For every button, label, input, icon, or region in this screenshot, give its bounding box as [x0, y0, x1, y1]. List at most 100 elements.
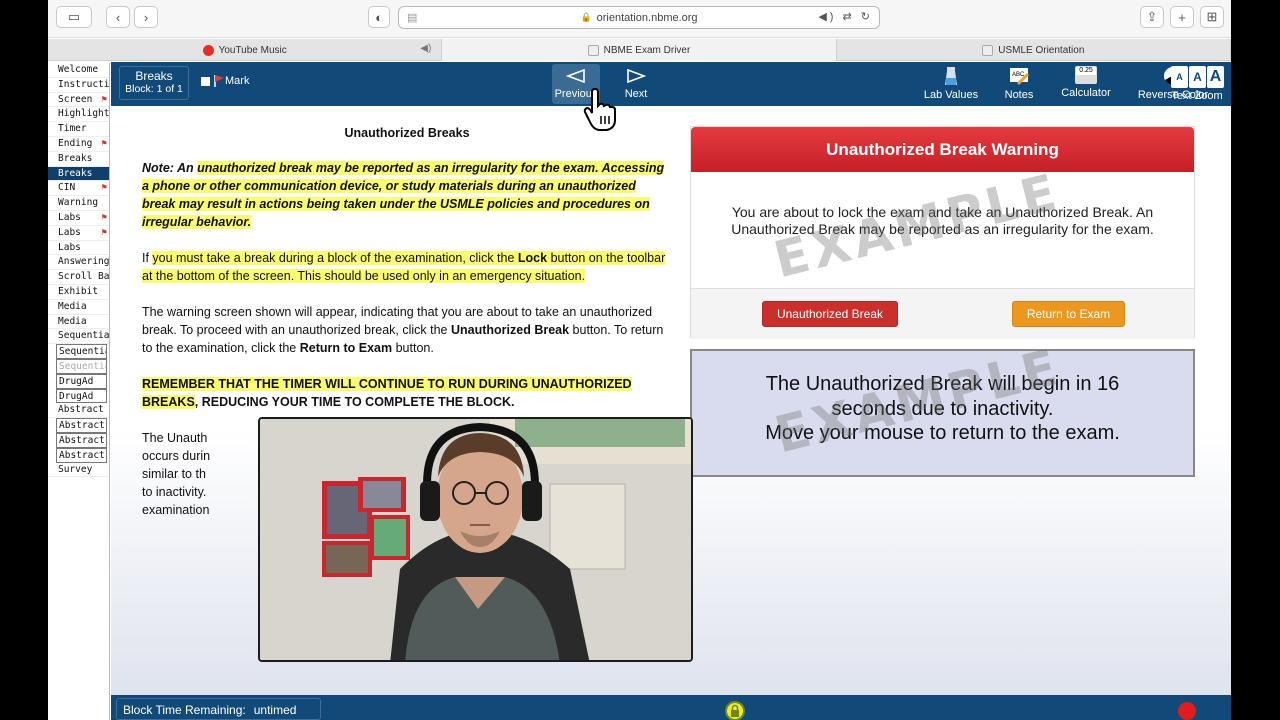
sidebar-item[interactable]: Abstract	[48, 403, 109, 419]
sidebar-item[interactable]: Media	[48, 315, 109, 330]
warning-title: Unauthorized Break Warning	[691, 127, 1194, 172]
sidebar-item[interactable]: Instructions	[48, 78, 109, 93]
address-bar[interactable]: ▤ 🔒 orientation.nbme.org ◀) ⇄ ↻	[398, 6, 880, 29]
sidebar-item[interactable]: Breaks	[48, 166, 109, 182]
browser-tabs: YouTube Music ◀) NBME Exam Driver USMLE …	[48, 39, 1231, 61]
unauthorized-break-button[interactable]: Unauthorized Break	[762, 301, 898, 327]
calculator-button[interactable]: 0.25 Calculator	[1057, 66, 1115, 99]
sidebar-item[interactable]: Breaks	[48, 152, 109, 167]
text-small-icon[interactable]: A	[1171, 66, 1188, 88]
lock-icon	[731, 704, 739, 717]
sidebar-item[interactable]: Labs ⚑	[48, 211, 109, 226]
tab-overview-button[interactable]: ⊞	[1200, 6, 1224, 28]
new-tab-button[interactable]: +	[1170, 6, 1194, 28]
timer-paragraph: REMEMBER THAT THE TIMER WILL CONTINUE TO…	[142, 377, 632, 409]
sidebar-item[interactable]: Welcome	[48, 63, 109, 78]
browser-window: ▭ ‹ › ◐ ▤ 🔒 orientation.nbme.org ◀) ⇄ ↻ …	[48, 0, 1231, 720]
lock-highlight: you must take a break during a block of …	[142, 251, 666, 283]
hand-cursor-icon	[583, 87, 616, 131]
chevron-right-icon: ›	[143, 9, 149, 25]
sidebar-item[interactable]: DrugAd	[56, 373, 107, 389]
lab-values-button[interactable]: Lab Values	[919, 66, 983, 101]
return-to-exam-button[interactable]: Return to Exam	[1012, 301, 1125, 327]
sidebar-item[interactable]: Survey	[48, 463, 109, 478]
chevron-left-icon: ‹	[115, 9, 121, 25]
tab-usmle-orientation[interactable]: USMLE Orientation	[837, 39, 1231, 61]
forward-button[interactable]: ›	[134, 6, 158, 28]
sidebar-item[interactable]: Abstract	[56, 432, 107, 448]
tab-nbme-exam-driver[interactable]: NBME Exam Driver	[442, 39, 837, 61]
sidebar-item[interactable]: CIN ⚑	[48, 181, 109, 197]
triangle-left-icon	[565, 68, 585, 84]
sidebar-item[interactable]: Exhibit	[48, 285, 109, 300]
speaker-icon[interactable]: ◀)	[420, 43, 431, 54]
sidebar-item[interactable]: Warning	[48, 196, 109, 211]
shield-icon: ◐	[375, 9, 383, 25]
mark-button[interactable]: Mark	[201, 74, 249, 88]
note-paragraph: Note: An unauthorized break may be repor…	[142, 161, 665, 229]
sidebar-item[interactable]: Abstract	[56, 447, 107, 463]
text-medium-icon[interactable]: A	[1189, 66, 1206, 88]
unauthorized-break-warning-panel: Unauthorized Break Warning You are about…	[690, 126, 1195, 339]
audio-translate-reload-icons[interactable]: ◀) ⇄ ↻	[818, 10, 873, 23]
flag-icon: ⚑	[101, 138, 107, 149]
section-sidebar: WelcomeInstructionsScreen⚑HighlightTimer…	[48, 63, 110, 720]
lock-button[interactable]	[725, 701, 745, 720]
flag-icon: ⚑	[101, 183, 107, 194]
calculator-icon: 0.25	[1075, 66, 1097, 84]
back-button[interactable]: ‹	[106, 6, 130, 28]
sidebar-item[interactable]: Abstract	[56, 418, 107, 433]
block-indicator: Breaks Block: 1 of 1	[119, 66, 189, 100]
url-text: orientation.nbme.org	[596, 11, 698, 24]
sidebar-item[interactable]: Scroll Bar	[48, 270, 109, 285]
sidebar-item[interactable]: Answering	[48, 255, 109, 271]
warning-buttons: Unauthorized Break Return to Exam	[691, 289, 1194, 339]
notes-button[interactable]: ABC Notes	[999, 66, 1039, 101]
sidebar-item[interactable]: Sequential	[56, 344, 107, 359]
plus-icon: +	[1178, 9, 1186, 25]
block-count: Block: 1 of 1	[125, 83, 183, 95]
sidebar-item[interactable]: Sequential	[56, 358, 107, 374]
tab-youtube-music[interactable]: YouTube Music ◀)	[48, 39, 443, 61]
exam-toolbar: Breaks Block: 1 of 1 Mark Previous Next …	[111, 62, 1231, 106]
text-zoom-button[interactable]: Text Zoom	[1167, 90, 1227, 102]
share-icon: ⇪	[1146, 9, 1158, 24]
privacy-shield-button[interactable]: ◐	[368, 6, 390, 28]
warning-paragraph: The warning screen shown will appear, in…	[142, 305, 664, 355]
sidebar-item[interactable]: DrugAd	[56, 388, 107, 404]
youtube-music-icon	[202, 44, 214, 56]
flask-icon	[945, 67, 957, 85]
mark-checkbox[interactable]	[201, 76, 210, 86]
hand-pointer-cursor	[582, 87, 620, 137]
webcam-overlay	[258, 417, 693, 662]
sidebar-item[interactable]: Labs ⚑	[48, 226, 109, 241]
sidebar-icon: ▭	[67, 9, 81, 24]
sidebar-item[interactable]: Highlight	[48, 107, 109, 123]
triangle-right-icon	[627, 68, 647, 84]
sidebar-item[interactable]: Sequential	[48, 329, 109, 345]
sidebar-item[interactable]: Screen ⚑	[48, 93, 109, 108]
end-block-button[interactable]	[1178, 702, 1196, 720]
flag-icon: ⚑	[101, 94, 107, 105]
sidebar-item[interactable]: Timer	[48, 122, 109, 137]
page-icon: ▤	[407, 12, 418, 24]
share-button[interactable]: ⇪	[1140, 6, 1164, 28]
exam-status-bar: Block Time Remaining: untimed	[111, 695, 1231, 720]
grid-icon: ⊞	[1206, 9, 1218, 24]
flag-icon	[214, 75, 224, 87]
sidebar-item[interactable]: Labs	[48, 241, 109, 256]
safari-toolbar: ▭ ‹ › ◐ ▤ 🔒 orientation.nbme.org ◀) ⇄ ↻ …	[48, 0, 1231, 38]
inactivity-panel: The Unauthorized Break will begin in 16 …	[690, 338, 1195, 477]
text-zoom-icons[interactable]: A A A	[1171, 66, 1225, 90]
sidebar-item[interactable]: Ending ⚑	[48, 137, 109, 152]
warning-message: You are about to lock the exam and take …	[691, 172, 1194, 289]
sidebar-toggle-button[interactable]: ▭	[56, 6, 92, 28]
text-large-icon[interactable]: A	[1207, 66, 1224, 88]
lock-paragraph: If you must take a break during a block …	[142, 251, 666, 283]
page-icon	[587, 44, 599, 56]
notes-icon: ABC	[1010, 68, 1030, 86]
flag-icon: ⚑	[101, 212, 107, 223]
lock-icon: 🔒	[580, 12, 592, 22]
block-title: Breaks	[135, 69, 173, 83]
sidebar-item[interactable]: Media	[48, 300, 109, 315]
